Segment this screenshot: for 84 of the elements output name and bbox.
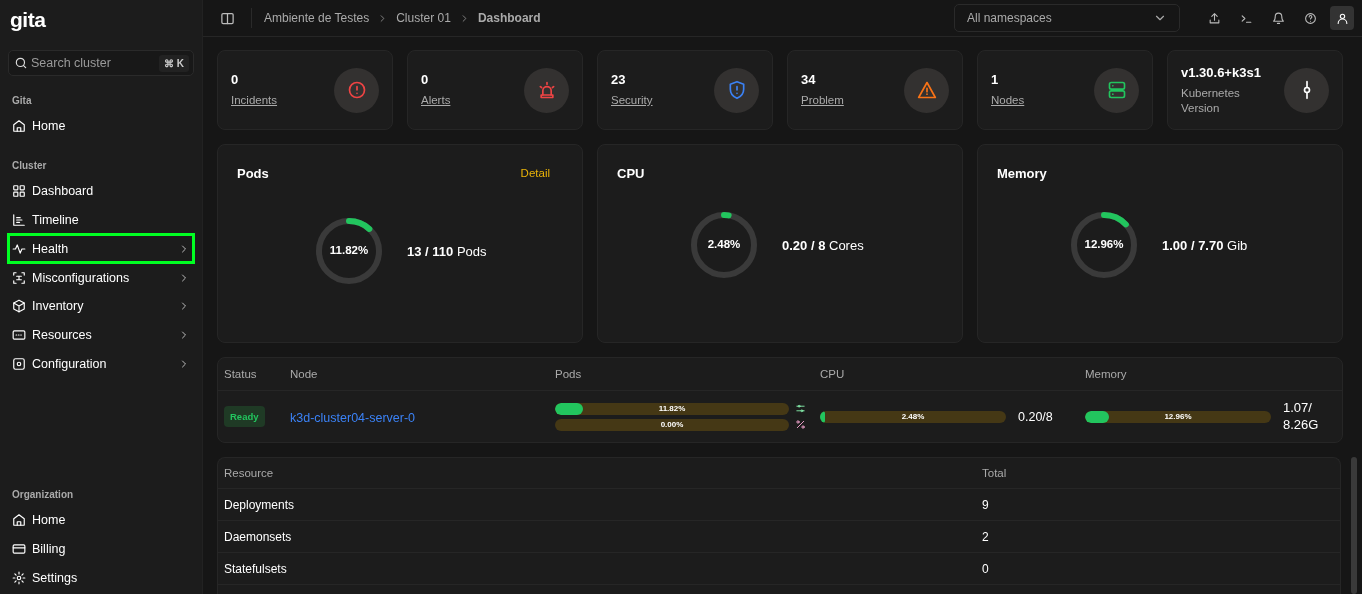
nav-item[interactable]: Home bbox=[8, 112, 194, 141]
nav-item[interactable]: Settings bbox=[8, 563, 194, 592]
logo: gita bbox=[9, 7, 47, 33]
usage-percent: 12.96% bbox=[1083, 238, 1125, 250]
table-cell-text: 2 bbox=[982, 529, 990, 544]
nav-item[interactable]: Configuration bbox=[8, 349, 194, 379]
cpu-reading: 0.20/8 bbox=[1018, 409, 1053, 424]
home-icon bbox=[12, 513, 26, 527]
stat-value: 34 bbox=[801, 72, 817, 88]
section-heading: Gita bbox=[11, 94, 33, 108]
progress-label: 12.96% bbox=[1163, 410, 1193, 423]
percent-icon bbox=[795, 419, 806, 430]
nav-item[interactable]: Misconfigurations bbox=[8, 263, 194, 292]
pulse-icon bbox=[12, 241, 26, 256]
stat-label: Kubernetes Version bbox=[1181, 85, 1241, 116]
stat-link[interactable]: Nodes bbox=[991, 93, 1025, 108]
scan-icon bbox=[12, 270, 26, 285]
user-icon bbox=[1335, 11, 1349, 25]
card-title: CPU bbox=[617, 165, 645, 181]
home-icon bbox=[12, 119, 26, 134]
detail-link[interactable]: Detail bbox=[520, 167, 550, 179]
table-cell-text: 9 bbox=[982, 497, 990, 512]
section-heading: Cluster bbox=[11, 158, 48, 173]
breadcrumb-link[interactable]: Ambiente de Testes bbox=[264, 11, 370, 25]
config-icon bbox=[12, 356, 26, 371]
usage-percent: 11.82% bbox=[328, 244, 370, 256]
window-icon bbox=[12, 328, 26, 343]
usage-reading: 1.00 / 7.70 Gib bbox=[1162, 237, 1248, 253]
card-title: Pods bbox=[237, 165, 269, 181]
status-badge: Ready bbox=[224, 406, 265, 427]
nav-item[interactable]: Home bbox=[8, 505, 194, 535]
progress-label: 2.48% bbox=[900, 410, 926, 423]
panel-icon bbox=[219, 10, 235, 26]
column-header: CPU bbox=[820, 368, 846, 380]
section-heading: Organization bbox=[11, 488, 75, 502]
stat-link[interactable]: Security bbox=[611, 93, 653, 108]
nav-item[interactable]: Billing bbox=[8, 534, 194, 564]
shortcut-hint: ⌘ K bbox=[159, 55, 189, 72]
column-header: Memory bbox=[1085, 368, 1128, 380]
nav-item[interactable]: Timeline bbox=[8, 205, 194, 235]
card-title: Memory bbox=[997, 165, 1047, 181]
breadcrumb-link[interactable]: Dashboard bbox=[477, 11, 541, 25]
stat-value: v1.30.6+k3s1 bbox=[1181, 64, 1262, 80]
column-header: Status bbox=[224, 368, 258, 380]
table-cell-text: Deployments bbox=[224, 497, 296, 512]
nav-item[interactable]: Inventory bbox=[8, 292, 194, 321]
nav-item[interactable]: Health bbox=[8, 234, 194, 264]
stat-value: 0 bbox=[421, 72, 430, 88]
column-header: Pods bbox=[555, 368, 583, 380]
table-cell-text: Statefulsets bbox=[224, 561, 288, 576]
column-header: Node bbox=[290, 368, 319, 380]
stat-value: 23 bbox=[611, 72, 627, 88]
grid-icon bbox=[12, 184, 26, 199]
stat-value: 1 bbox=[991, 72, 1000, 88]
nav-item[interactable]: Resources bbox=[8, 320, 194, 350]
settings-icon bbox=[12, 570, 26, 585]
cube-icon bbox=[12, 299, 26, 314]
upload-icon bbox=[1207, 11, 1221, 25]
stat-link[interactable]: Problem bbox=[801, 93, 844, 108]
namespace-select[interactable]: All namespaces bbox=[954, 4, 1180, 32]
table-cell-text: Daemonsets bbox=[224, 529, 293, 544]
progress-label: 0.00% bbox=[659, 418, 685, 431]
scrollbar[interactable] bbox=[1351, 457, 1357, 594]
usage-reading: 0.20 / 8 Cores bbox=[782, 237, 864, 253]
nav-item[interactable]: Dashboard bbox=[8, 176, 194, 206]
column-header: Resource bbox=[224, 467, 275, 479]
progress-label: 11.82% bbox=[657, 402, 687, 415]
stat-link[interactable]: Incidents bbox=[231, 93, 278, 108]
help-icon bbox=[1303, 11, 1317, 25]
table-cell-text: 0 bbox=[982, 561, 990, 576]
stat-link[interactable]: Alerts bbox=[421, 93, 451, 108]
breadcrumb-link[interactable]: Cluster 01 bbox=[396, 11, 451, 25]
stat-value: 0 bbox=[231, 72, 240, 88]
credit-card-icon bbox=[12, 541, 26, 556]
usage-reading: 13 / 110 Pods bbox=[407, 243, 487, 259]
usage-percent: 2.48% bbox=[706, 238, 742, 250]
sliders-icon bbox=[795, 403, 806, 414]
memory-reading: 1.07/8.26G bbox=[1283, 399, 1319, 434]
chart-icon bbox=[12, 213, 26, 227]
search-icon bbox=[14, 56, 28, 70]
bell-icon bbox=[1271, 11, 1285, 25]
account-button[interactable] bbox=[1330, 6, 1354, 30]
column-header: Total bbox=[982, 467, 1008, 479]
node-link[interactable]: k3d-cluster04-server-0 bbox=[290, 410, 416, 425]
